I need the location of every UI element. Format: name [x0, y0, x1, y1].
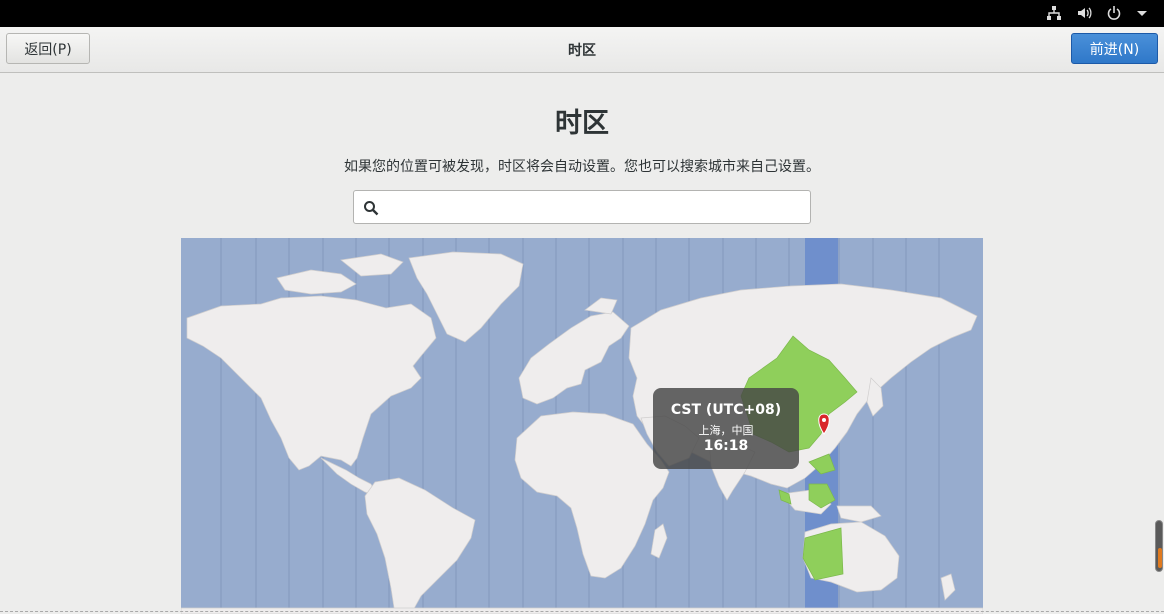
power-icon[interactable]	[1106, 5, 1122, 21]
search-field[interactable]	[353, 190, 811, 224]
timezone-time: 16:18	[703, 438, 749, 454]
scrollbar-indicator	[1158, 548, 1162, 568]
timezone-abbreviation: CST (UTC+08)	[670, 402, 782, 418]
network-icon[interactable]	[1046, 5, 1062, 21]
timezone-city: 上海，中国	[698, 424, 754, 437]
map-canvas[interactable]	[181, 238, 983, 614]
bottom-divider	[0, 611, 1164, 612]
chevron-down-icon[interactable]	[1136, 7, 1148, 19]
volume-icon[interactable]	[1076, 5, 1092, 21]
page-title: 时区	[555, 108, 609, 139]
header-title: 时区	[568, 43, 596, 59]
timezone-tooltip: CST (UTC+08) 上海，中国 16:18	[653, 388, 799, 469]
search-input[interactable]	[386, 195, 806, 221]
next-button[interactable]: 前进(N)	[1071, 33, 1158, 64]
top-panel	[0, 0, 1164, 27]
page-subtitle: 如果您的位置可被发现，时区将会自动设置。您也可以搜索城市来自己设置。	[344, 159, 820, 175]
world-map[interactable]: CST (UTC+08) 上海，中国 16:18	[181, 238, 983, 614]
system-tray[interactable]	[1046, 5, 1148, 21]
search-icon	[364, 201, 379, 216]
header-bar: 返回(P) 时区 前进(N)	[0, 27, 1164, 73]
land	[181, 251, 983, 614]
